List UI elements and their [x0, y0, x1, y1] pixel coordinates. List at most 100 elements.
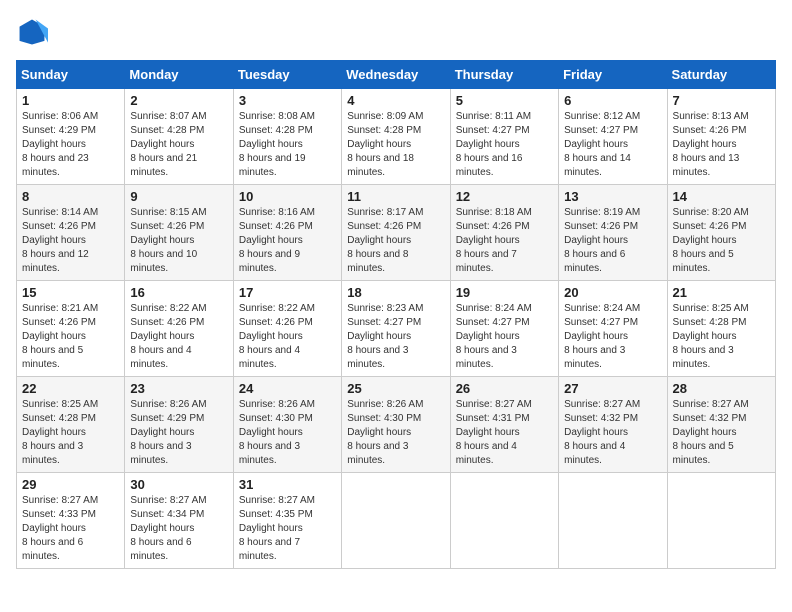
day-number: 23 [130, 381, 227, 396]
day-of-week-header: Friday [559, 61, 667, 89]
day-number: 3 [239, 93, 336, 108]
calendar-week-row: 1 Sunrise: 8:06 AMSunset: 4:29 PMDayligh… [17, 89, 776, 185]
day-of-week-header: Sunday [17, 61, 125, 89]
day-info: Sunrise: 8:19 AMSunset: 4:26 PMDaylight … [564, 207, 640, 274]
day-info: Sunrise: 8:18 AMSunset: 4:26 PMDaylight … [456, 207, 532, 274]
calendar-cell: 26 Sunrise: 8:27 AMSunset: 4:31 PMDaylig… [450, 377, 558, 473]
day-of-week-header: Tuesday [233, 61, 341, 89]
calendar-cell: 14 Sunrise: 8:20 AMSunset: 4:26 PMDaylig… [667, 185, 775, 281]
day-info: Sunrise: 8:17 AMSunset: 4:26 PMDaylight … [347, 207, 423, 274]
day-number: 15 [22, 285, 119, 300]
day-number: 17 [239, 285, 336, 300]
day-number: 5 [456, 93, 553, 108]
calendar-week-row: 22 Sunrise: 8:25 AMSunset: 4:28 PMDaylig… [17, 377, 776, 473]
calendar-cell: 3 Sunrise: 8:08 AMSunset: 4:28 PMDayligh… [233, 89, 341, 185]
calendar-cell [667, 473, 775, 569]
day-info: Sunrise: 8:26 AMSunset: 4:30 PMDaylight … [347, 399, 423, 466]
calendar-cell: 11 Sunrise: 8:17 AMSunset: 4:26 PMDaylig… [342, 185, 450, 281]
day-number: 11 [347, 189, 444, 204]
calendar: SundayMondayTuesdayWednesdayThursdayFrid… [16, 60, 776, 569]
day-info: Sunrise: 8:27 AMSunset: 4:32 PMDaylight … [564, 399, 640, 466]
calendar-cell: 13 Sunrise: 8:19 AMSunset: 4:26 PMDaylig… [559, 185, 667, 281]
page-header [16, 16, 776, 48]
day-info: Sunrise: 8:23 AMSunset: 4:27 PMDaylight … [347, 303, 423, 370]
day-info: Sunrise: 8:11 AMSunset: 4:27 PMDaylight … [456, 111, 531, 178]
calendar-cell: 24 Sunrise: 8:26 AMSunset: 4:30 PMDaylig… [233, 377, 341, 473]
day-info: Sunrise: 8:27 AMSunset: 4:33 PMDaylight … [22, 495, 98, 562]
day-info: Sunrise: 8:27 AMSunset: 4:34 PMDaylight … [130, 495, 206, 562]
day-info: Sunrise: 8:16 AMSunset: 4:26 PMDaylight … [239, 207, 315, 274]
calendar-cell: 1 Sunrise: 8:06 AMSunset: 4:29 PMDayligh… [17, 89, 125, 185]
day-number: 28 [673, 381, 770, 396]
calendar-cell: 23 Sunrise: 8:26 AMSunset: 4:29 PMDaylig… [125, 377, 233, 473]
calendar-cell: 4 Sunrise: 8:09 AMSunset: 4:28 PMDayligh… [342, 89, 450, 185]
day-number: 1 [22, 93, 119, 108]
calendar-cell: 19 Sunrise: 8:24 AMSunset: 4:27 PMDaylig… [450, 281, 558, 377]
day-number: 10 [239, 189, 336, 204]
day-number: 4 [347, 93, 444, 108]
day-info: Sunrise: 8:27 AMSunset: 4:32 PMDaylight … [673, 399, 749, 466]
day-info: Sunrise: 8:06 AMSunset: 4:29 PMDaylight … [22, 111, 98, 178]
calendar-cell: 10 Sunrise: 8:16 AMSunset: 4:26 PMDaylig… [233, 185, 341, 281]
day-number: 12 [456, 189, 553, 204]
calendar-cell: 16 Sunrise: 8:22 AMSunset: 4:26 PMDaylig… [125, 281, 233, 377]
day-of-week-header: Monday [125, 61, 233, 89]
day-info: Sunrise: 8:15 AMSunset: 4:26 PMDaylight … [130, 207, 206, 274]
day-info: Sunrise: 8:12 AMSunset: 4:27 PMDaylight … [564, 111, 640, 178]
day-info: Sunrise: 8:25 AMSunset: 4:28 PMDaylight … [673, 303, 749, 370]
day-number: 30 [130, 477, 227, 492]
day-number: 24 [239, 381, 336, 396]
day-number: 31 [239, 477, 336, 492]
day-number: 27 [564, 381, 661, 396]
day-number: 29 [22, 477, 119, 492]
day-info: Sunrise: 8:20 AMSunset: 4:26 PMDaylight … [673, 207, 749, 274]
day-info: Sunrise: 8:25 AMSunset: 4:28 PMDaylight … [22, 399, 98, 466]
calendar-cell: 28 Sunrise: 8:27 AMSunset: 4:32 PMDaylig… [667, 377, 775, 473]
calendar-cell: 15 Sunrise: 8:21 AMSunset: 4:26 PMDaylig… [17, 281, 125, 377]
day-number: 16 [130, 285, 227, 300]
day-of-week-header: Thursday [450, 61, 558, 89]
calendar-week-row: 8 Sunrise: 8:14 AMSunset: 4:26 PMDayligh… [17, 185, 776, 281]
calendar-cell: 31 Sunrise: 8:27 AMSunset: 4:35 PMDaylig… [233, 473, 341, 569]
day-of-week-header: Saturday [667, 61, 775, 89]
day-number: 9 [130, 189, 227, 204]
calendar-week-row: 15 Sunrise: 8:21 AMSunset: 4:26 PMDaylig… [17, 281, 776, 377]
calendar-cell: 27 Sunrise: 8:27 AMSunset: 4:32 PMDaylig… [559, 377, 667, 473]
calendar-cell: 17 Sunrise: 8:22 AMSunset: 4:26 PMDaylig… [233, 281, 341, 377]
day-info: Sunrise: 8:08 AMSunset: 4:28 PMDaylight … [239, 111, 315, 178]
day-info: Sunrise: 8:26 AMSunset: 4:29 PMDaylight … [130, 399, 206, 466]
calendar-cell: 12 Sunrise: 8:18 AMSunset: 4:26 PMDaylig… [450, 185, 558, 281]
day-info: Sunrise: 8:24 AMSunset: 4:27 PMDaylight … [456, 303, 532, 370]
calendar-cell [559, 473, 667, 569]
logo [16, 16, 52, 48]
day-info: Sunrise: 8:09 AMSunset: 4:28 PMDaylight … [347, 111, 423, 178]
day-info: Sunrise: 8:21 AMSunset: 4:26 PMDaylight … [22, 303, 98, 370]
calendar-cell: 6 Sunrise: 8:12 AMSunset: 4:27 PMDayligh… [559, 89, 667, 185]
calendar-cell: 22 Sunrise: 8:25 AMSunset: 4:28 PMDaylig… [17, 377, 125, 473]
day-number: 21 [673, 285, 770, 300]
day-number: 18 [347, 285, 444, 300]
calendar-cell: 7 Sunrise: 8:13 AMSunset: 4:26 PMDayligh… [667, 89, 775, 185]
calendar-cell: 30 Sunrise: 8:27 AMSunset: 4:34 PMDaylig… [125, 473, 233, 569]
day-number: 25 [347, 381, 444, 396]
day-of-week-header: Wednesday [342, 61, 450, 89]
calendar-cell [450, 473, 558, 569]
day-number: 6 [564, 93, 661, 108]
calendar-cell [342, 473, 450, 569]
calendar-cell: 8 Sunrise: 8:14 AMSunset: 4:26 PMDayligh… [17, 185, 125, 281]
calendar-cell: 25 Sunrise: 8:26 AMSunset: 4:30 PMDaylig… [342, 377, 450, 473]
day-number: 2 [130, 93, 227, 108]
day-info: Sunrise: 8:13 AMSunset: 4:26 PMDaylight … [673, 111, 749, 178]
day-number: 7 [673, 93, 770, 108]
day-info: Sunrise: 8:22 AMSunset: 4:26 PMDaylight … [130, 303, 206, 370]
day-info: Sunrise: 8:27 AMSunset: 4:35 PMDaylight … [239, 495, 315, 562]
day-number: 26 [456, 381, 553, 396]
calendar-cell: 21 Sunrise: 8:25 AMSunset: 4:28 PMDaylig… [667, 281, 775, 377]
day-number: 22 [22, 381, 119, 396]
logo-icon [16, 16, 48, 48]
calendar-cell: 20 Sunrise: 8:24 AMSunset: 4:27 PMDaylig… [559, 281, 667, 377]
calendar-week-row: 29 Sunrise: 8:27 AMSunset: 4:33 PMDaylig… [17, 473, 776, 569]
day-number: 13 [564, 189, 661, 204]
day-info: Sunrise: 8:22 AMSunset: 4:26 PMDaylight … [239, 303, 315, 370]
day-info: Sunrise: 8:26 AMSunset: 4:30 PMDaylight … [239, 399, 315, 466]
